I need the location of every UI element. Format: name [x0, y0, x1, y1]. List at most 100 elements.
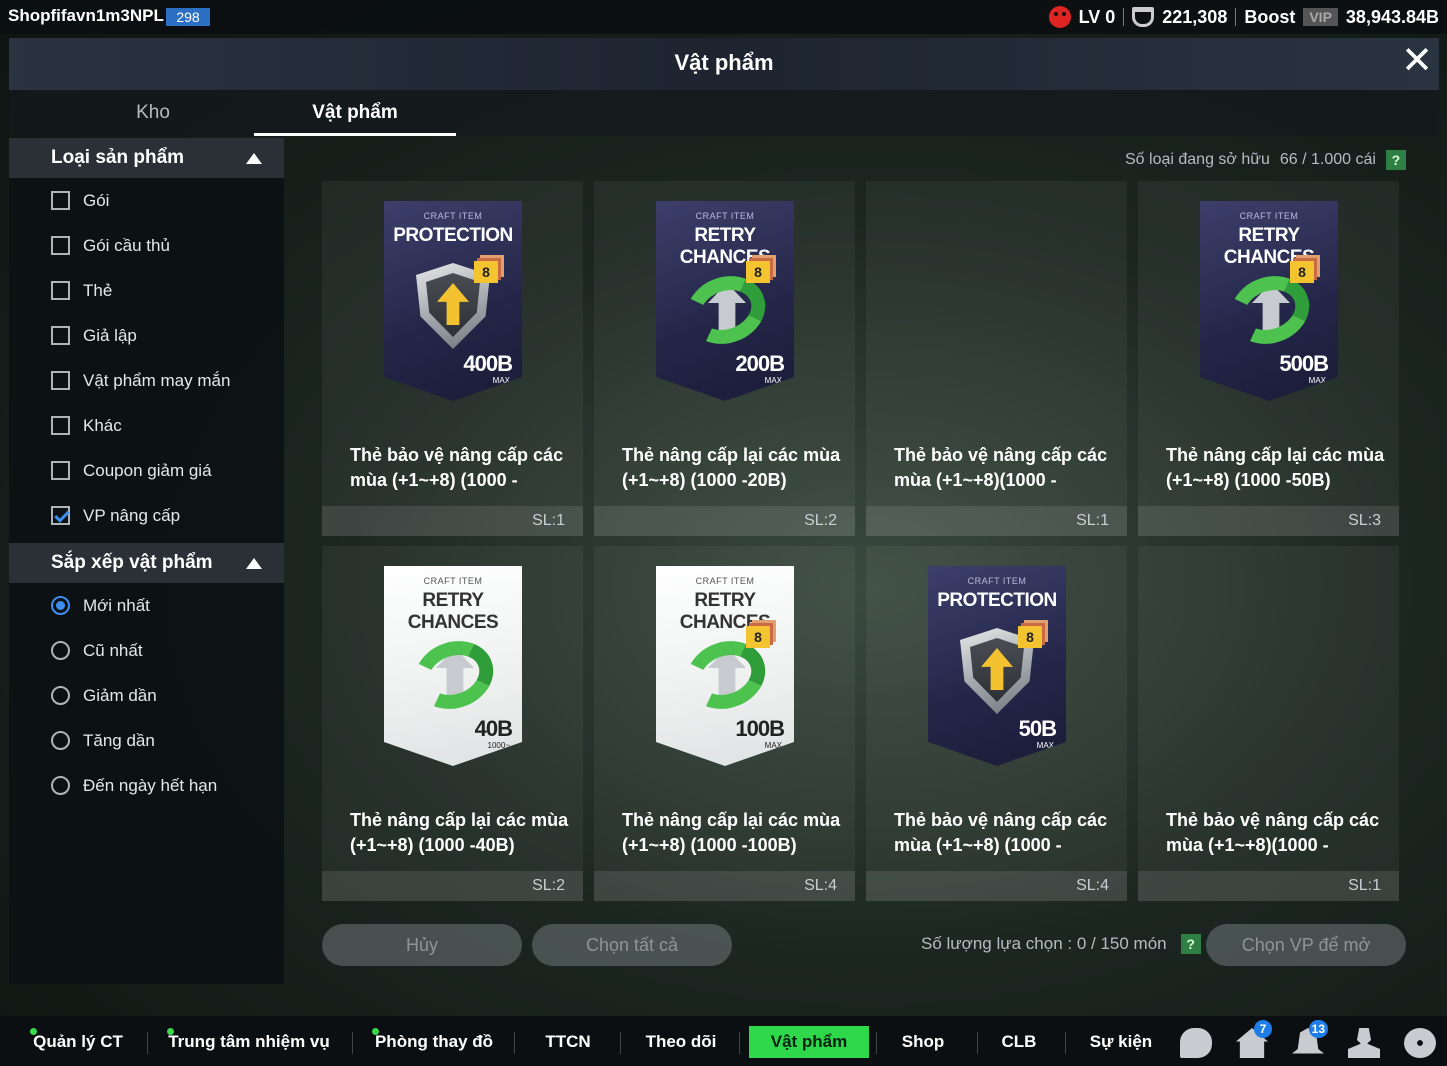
selection-count-label: Số lượng lựa chọn : 0 / 150 món [921, 934, 1167, 953]
item-name: Thẻ bảo vệ nâng cấp các mùa (+1~+8)(1000… [1166, 810, 1380, 855]
card-value-note: MAX [492, 376, 510, 385]
filter-option-label: Giả lập [83, 325, 137, 345]
sort-option[interactable]: Giảm dần [9, 673, 284, 718]
nav-item-label: Quản lý CT [33, 1032, 123, 1051]
radio-button[interactable] [51, 731, 70, 750]
checkbox[interactable] [51, 191, 70, 210]
card-value-note: MAX [764, 376, 782, 385]
filter-option[interactable]: Gói cầu thủ [9, 223, 284, 268]
help-icon[interactable]: ? [1385, 150, 1406, 170]
home-button[interactable]: 7 [1236, 1020, 1272, 1058]
filter-option[interactable]: Khác [9, 403, 284, 448]
notification-button[interactable]: 13 [1292, 1020, 1328, 1058]
nav-item[interactable]: TTCN [530, 1026, 606, 1058]
craft-card-image: CRAFT ITEM RETRY CHANCES 40B 1000~ [384, 566, 522, 766]
close-icon: ✕ [1401, 40, 1433, 82]
checkbox[interactable] [51, 416, 70, 435]
balance: 38,943.84B [1345, 6, 1439, 27]
item-card[interactable]: CRAFT ITEM PROTECTION 8 50B MAX Thẻ bảo vệ nâ… [866, 546, 1127, 901]
sort-option[interactable]: Tăng dần [9, 718, 284, 763]
item-card[interactable]: CRAFT ITEM RETRY CHANCES 8 500B MAX Thẻ nâng … [1138, 181, 1399, 536]
filter-option[interactable]: Vật phẩm may mắn [9, 358, 284, 403]
nav-item[interactable]: Theo dõi [633, 1026, 729, 1058]
nav-divider [876, 1032, 877, 1054]
item-quantity: SL:4 [866, 871, 1127, 901]
card-value: 400B [463, 351, 513, 376]
nav-item[interactable]: CLB [990, 1026, 1048, 1058]
close-button[interactable]: ✕ [1399, 42, 1435, 80]
help-icon[interactable]: ? [1180, 934, 1201, 954]
settings-gear-icon[interactable] [1404, 1028, 1436, 1058]
filter-option[interactable]: Coupon giảm giá [9, 448, 284, 493]
checkbox[interactable] [51, 461, 70, 480]
tab-kho[interactable]: Kho [53, 90, 253, 136]
nav-item-label: Phòng thay đồ [374, 1032, 494, 1051]
craft-title: PROTECTION [937, 590, 1057, 611]
filter-list: Gói Gói cầu thủ Thẻ Giả lập Vật phẩm may mắn… [9, 178, 284, 538]
nav-item-label: CLB [1001, 1032, 1037, 1051]
nav-item[interactable]: Vật phẩm [749, 1026, 869, 1058]
filter-section-header[interactable]: Loại sản phẩm [9, 138, 284, 178]
craft-card-image: CRAFT ITEM RETRY CHANCES 8 100B MAX [656, 566, 794, 766]
filter-option[interactable]: Thẻ [9, 268, 284, 313]
username[interactable]: Shopfifavn1m3NPL [8, 6, 164, 26]
craft-card-image: CRAFT ITEM RETRY CHANCES 8 500B MAX [1200, 201, 1338, 401]
item-artwork: CRAFT ITEM RETRY CHANCES 8 500B MAX [1200, 201, 1338, 401]
checkbox[interactable] [51, 371, 70, 390]
sort-option-label: Đến ngày hết hạn [83, 775, 218, 795]
filter-option-label: Khác [83, 415, 122, 435]
item-card[interactable]: CRAFT ITEM PROTECTION 8 400B MAX Thẻ bảo vệ n… [322, 181, 583, 536]
nav-divider [352, 1032, 353, 1054]
nav-divider [1065, 1032, 1066, 1054]
item-card[interactable]: Thẻ bảo vệ nâng cấp các mùa (+1~+8)(1000… [866, 181, 1127, 536]
checkbox[interactable] [51, 281, 70, 300]
nav-divider [620, 1032, 621, 1054]
radio-button[interactable] [51, 686, 70, 705]
sort-section-header[interactable]: Sắp xếp vật phẩm [9, 543, 284, 583]
checkbox[interactable] [51, 506, 70, 525]
nav-item-label: Theo dõi [645, 1032, 717, 1051]
filter-option[interactable]: Gói [9, 178, 284, 223]
nav-item[interactable]: Trung tâm nhiệm vụ [165, 1026, 333, 1058]
cancel-button[interactable]: Hủy [322, 924, 522, 966]
nav-item[interactable]: Shop [882, 1026, 964, 1058]
filter-option[interactable]: Giả lập [9, 313, 284, 358]
nav-item[interactable]: Sự kiện [1082, 1026, 1160, 1058]
boost-label[interactable]: Boost [1244, 7, 1295, 28]
vip-badge[interactable]: VIP [1303, 8, 1338, 26]
item-name: Thẻ bảo vệ nâng cấp các mùa (+1~+8)(1000… [894, 445, 1108, 490]
tab-vat-pham[interactable]: Vật phẩm [254, 90, 456, 136]
collapse-up-icon [246, 557, 262, 569]
nav-item[interactable]: Phòng thay đồ [370, 1026, 498, 1058]
item-name: Thẻ bảo vệ nâng cấp các mùa (+1~+8) (100… [350, 445, 564, 490]
radio-button[interactable] [51, 641, 70, 660]
radio-button[interactable] [51, 596, 70, 615]
retry-arrows-icon [405, 630, 503, 720]
filter-option-label: VP nâng cấp [83, 505, 181, 525]
craft-card-image: CRAFT ITEM PROTECTION 8 400B MAX [384, 201, 522, 401]
sort-option[interactable]: Mới nhất [9, 583, 284, 628]
item-card[interactable]: Thẻ bảo vệ nâng cấp các mùa (+1~+8)(1000… [1138, 546, 1399, 901]
nav-item[interactable]: Quản lý CT [28, 1026, 128, 1058]
item-artwork: CRAFT ITEM PROTECTION 8 50B MAX [928, 566, 1066, 766]
checkbox[interactable] [51, 236, 70, 255]
checkbox[interactable] [51, 326, 70, 345]
chat-icon[interactable] [1180, 1028, 1212, 1058]
sort-option[interactable]: Cũ nhất [9, 628, 284, 673]
sort-section-title: Sắp xếp vật phẩm [51, 552, 213, 573]
selection-count: Số lượng lựa chọn : 0 / 150 món ? [921, 934, 1201, 954]
item-artwork: CRAFT ITEM RETRY CHANCES 8 200B MAX [656, 201, 794, 401]
profile-icon[interactable] [1348, 1028, 1380, 1058]
open-items-button[interactable]: Chọn VP để mở [1206, 924, 1406, 966]
item-artwork: CRAFT ITEM RETRY CHANCES 40B 1000~ [384, 566, 522, 766]
filter-option[interactable]: VP nâng cấp [9, 493, 284, 538]
radio-button[interactable] [51, 776, 70, 795]
item-card[interactable]: CRAFT ITEM RETRY CHANCES 40B 1000~ Thẻ nâng … [322, 546, 583, 901]
item-card[interactable]: CRAFT ITEM RETRY CHANCES 8 200B MAX Thẻ nâng … [594, 181, 855, 536]
item-quantity: SL:1 [866, 506, 1127, 536]
item-quantity: SL:3 [1138, 506, 1399, 536]
select-all-button[interactable]: Chọn tất cả [532, 924, 732, 966]
card-value: 50B [1018, 716, 1057, 741]
item-card[interactable]: CRAFT ITEM RETRY CHANCES 8 100B MAX Thẻ nâng … [594, 546, 855, 901]
sort-option[interactable]: Đến ngày hết hạn [9, 763, 284, 808]
